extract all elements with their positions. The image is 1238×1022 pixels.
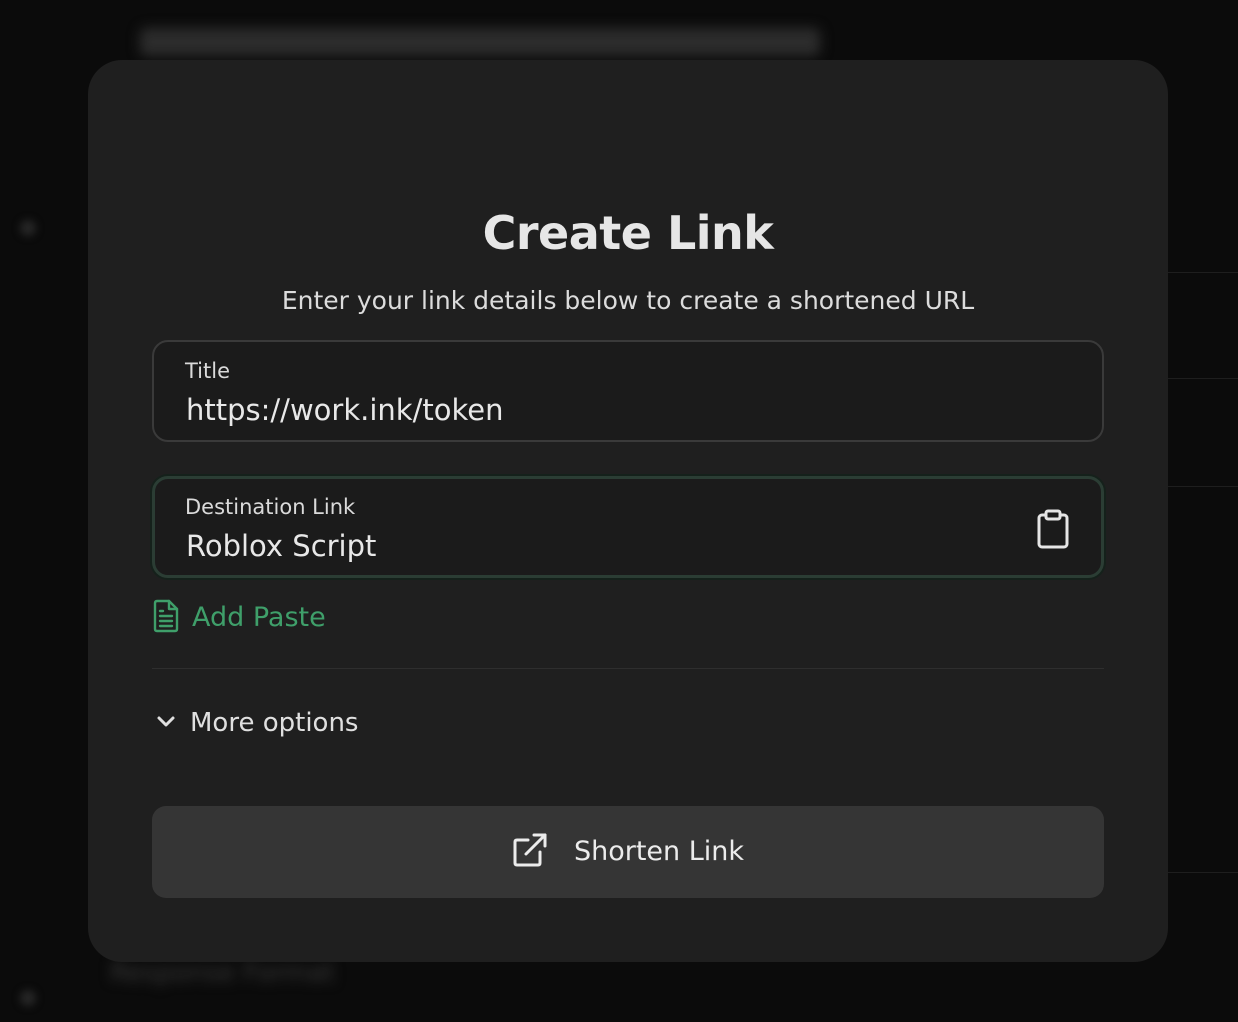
chevron-down-icon — [156, 714, 176, 733]
shorten-link-label: Shorten Link — [573, 836, 745, 867]
more-options-toggle[interactable]: More options — [156, 703, 358, 743]
add-paste-button[interactable]: Add Paste — [152, 598, 326, 638]
dialog-subtitle: Enter your link details below to create … — [281, 286, 975, 315]
clipboard-icon[interactable] — [1035, 509, 1071, 549]
create-link-dialog: Create Link Enter your link details belo… — [88, 60, 1168, 962]
section-divider — [152, 668, 1104, 669]
background-divider — [1168, 272, 1238, 273]
shorten-link-button[interactable]: Shorten Link — [152, 806, 1104, 898]
background-heading: Response Format — [110, 958, 335, 988]
destination-link-label: Destination Link — [185, 495, 356, 519]
title-field-label: Title — [185, 359, 231, 383]
background-icon — [20, 220, 36, 236]
background-icon — [20, 990, 36, 1006]
dialog-title: Create Link — [482, 206, 774, 260]
background-divider — [1168, 378, 1238, 379]
destination-link-field[interactable]: Destination Link — [152, 476, 1104, 578]
background-divider — [1168, 486, 1238, 487]
more-options-label: More options — [190, 708, 359, 738]
external-link-icon — [512, 832, 548, 872]
document-icon — [152, 599, 180, 637]
destination-link-input[interactable] — [186, 526, 1026, 566]
background-divider — [1168, 872, 1238, 873]
background-blurred-text — [140, 28, 820, 56]
title-input[interactable] — [186, 390, 1026, 430]
title-field[interactable]: Title — [152, 340, 1104, 442]
add-paste-label: Add Paste — [192, 602, 326, 633]
